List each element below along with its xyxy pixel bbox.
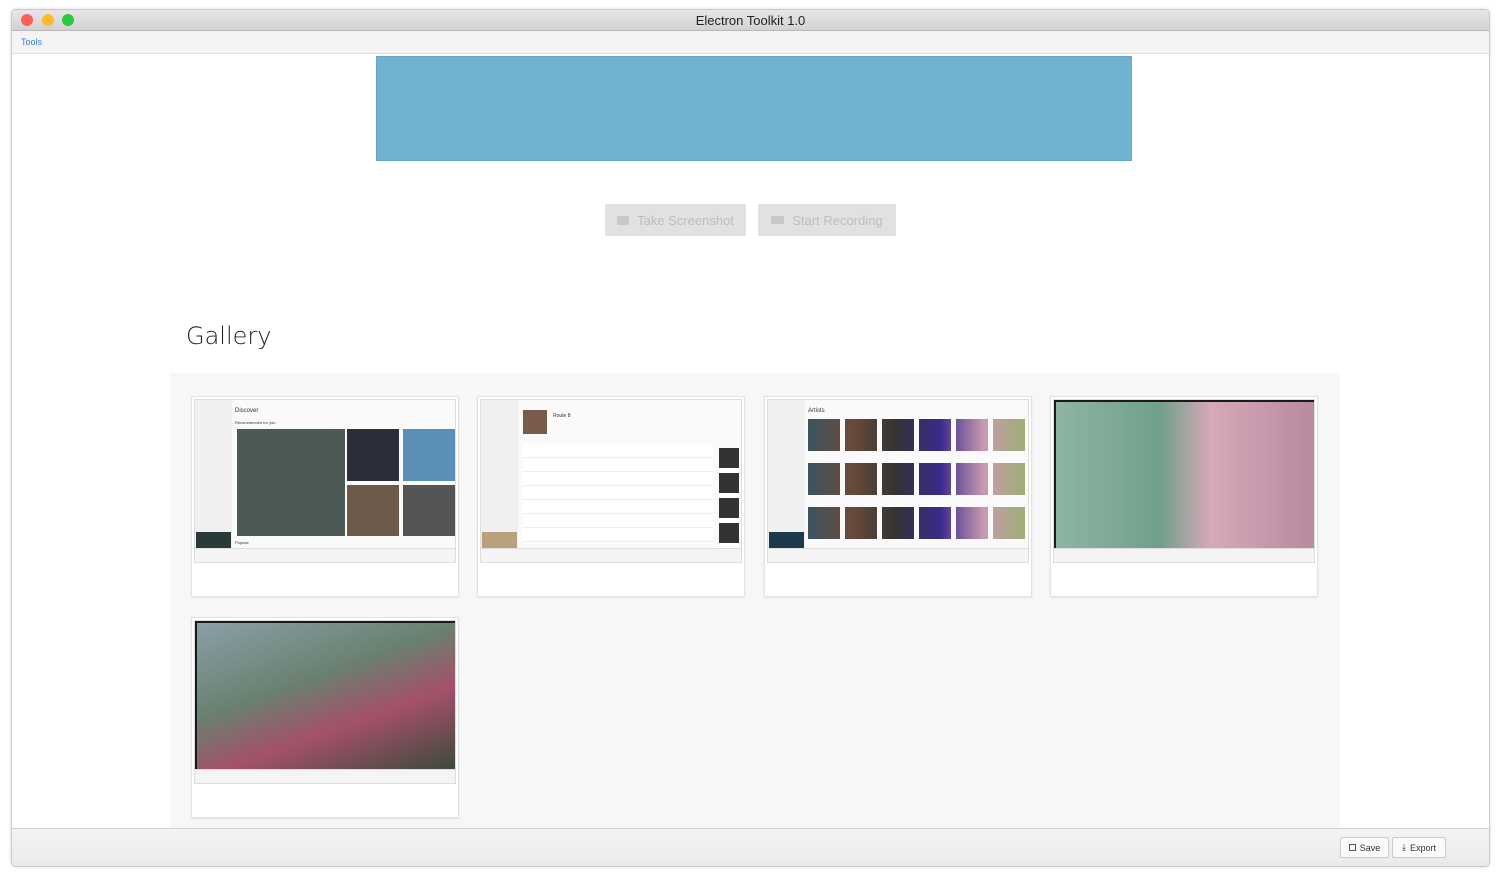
camera-icon <box>617 216 629 225</box>
export-button[interactable]: ⤓ Export <box>1392 837 1446 858</box>
take-screenshot-button[interactable]: Take Screenshot <box>605 204 746 236</box>
save-button[interactable]: Save <box>1340 837 1389 858</box>
thumb-footer: Popular <box>235 540 249 545</box>
start-recording-label: Start Recording <box>792 213 882 228</box>
floppy-disk-icon <box>1349 844 1356 851</box>
thumb-subheading: Recommended for you <box>235 420 275 425</box>
export-label: Export <box>1410 843 1436 853</box>
thumb-heading: Discover <box>235 408 258 414</box>
gallery-title: Gallery <box>186 322 271 350</box>
screenshot-thumbnail: Artists <box>767 399 1029 563</box>
video-camera-icon <box>771 216 784 224</box>
menu-bar: Tools <box>12 31 1489 54</box>
screenshot-thumbnail <box>1053 399 1315 563</box>
start-recording-button[interactable]: Start Recording <box>758 204 896 236</box>
menu-tools[interactable]: Tools <box>21 37 42 47</box>
screenshot-thumbnail: Route 8 <box>480 399 742 563</box>
take-screenshot-label: Take Screenshot <box>637 213 734 228</box>
minimize-window-button[interactable] <box>42 14 54 26</box>
gallery-item[interactable]: Route 8 <box>477 396 745 597</box>
close-window-button[interactable] <box>21 14 33 26</box>
title-bar: Electron Toolkit 1.0 <box>12 10 1489 31</box>
thumb-heading: Artists <box>808 408 825 414</box>
download-icon: ⤓ <box>1402 842 1406 853</box>
screenshot-thumbnail <box>194 620 456 784</box>
save-label: Save <box>1360 843 1381 853</box>
footer-toolbar: Save ⤓ Export <box>12 828 1490 867</box>
gallery-panel: Discover Recommended for you Popular Rou… <box>170 373 1340 833</box>
gallery-item[interactable]: Artists <box>764 396 1032 597</box>
maximize-window-button[interactable] <box>62 14 74 26</box>
thumb-heading: Route 8 <box>553 413 571 419</box>
app-window: Electron Toolkit 1.0 Tools Take Screensh… <box>11 9 1490 867</box>
preview-banner <box>376 56 1132 161</box>
gallery-item[interactable] <box>1050 396 1318 597</box>
gallery-item[interactable] <box>191 617 459 818</box>
gallery-item[interactable]: Discover Recommended for you Popular <box>191 396 459 597</box>
window-title: Electron Toolkit 1.0 <box>696 13 806 28</box>
screenshot-thumbnail: Discover Recommended for you Popular <box>194 399 456 563</box>
